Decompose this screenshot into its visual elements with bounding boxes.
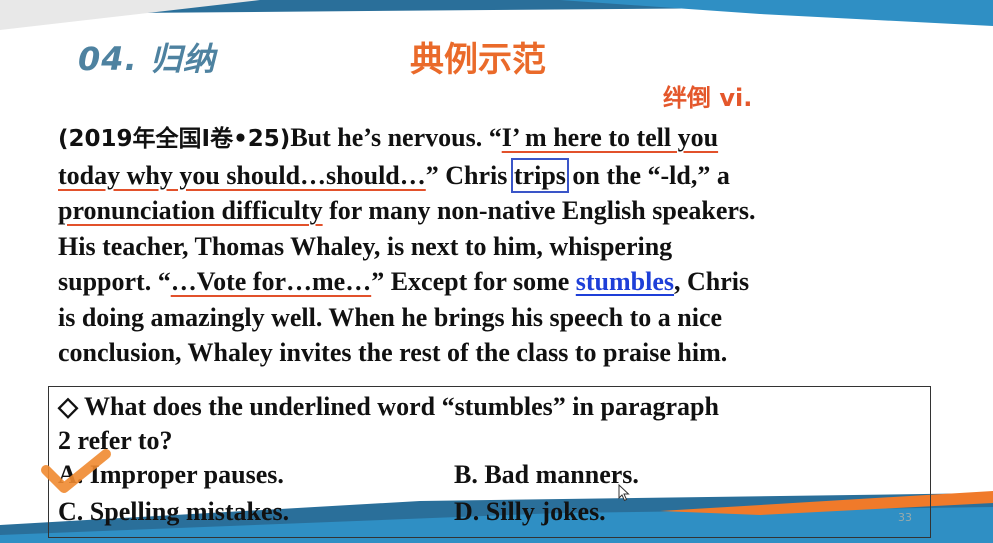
- slide-heading: 典例示范: [410, 40, 546, 80]
- underlined-phrase: I’ m here to tell you: [501, 123, 719, 152]
- slide: 04. 归纳 典例示范 绊倒 vi. (2019年全国Ⅰ卷•25)But he’…: [0, 0, 993, 543]
- passage-line-5: support. “…Vote for…me…” Except for some…: [58, 267, 750, 296]
- checkmark-icon: [41, 449, 111, 493]
- passage-line-6: is doing amazingly well. When he brings …: [58, 302, 723, 332]
- passage-line-2: today why you should…should…” Chris trip…: [58, 157, 730, 193]
- page-number: 33: [898, 511, 912, 524]
- question-line-1: ◇ What does the underlined word “stumble…: [58, 392, 719, 421]
- passage-line-7: conclusion, Whaley invites the rest of t…: [58, 338, 728, 367]
- boxed-word-trips: trips: [510, 157, 569, 193]
- passage-line-1: (2019年全国Ⅰ卷•25)But he’s nervous. “I’ m he…: [58, 123, 719, 152]
- option-c: C. Spelling mistakes.: [58, 497, 290, 526]
- word-annotation: 绊倒 vi.: [663, 84, 753, 112]
- underlined-phrase: pronunciation difficulty: [58, 196, 323, 225]
- question-text: ◇ What does the underlined word “stumble…: [58, 390, 918, 458]
- source-label: (2019年全国Ⅰ卷•25): [58, 126, 291, 152]
- passage-line-3: pronunciation difficulty for many non-na…: [58, 196, 756, 225]
- underlined-phrase: …Vote for…me…: [170, 267, 372, 296]
- option-b: B. Bad manners.: [454, 460, 639, 489]
- underlined-phrase: today why you should…should…: [58, 160, 426, 190]
- highlighted-word-stumbles: stumbles: [575, 267, 675, 296]
- option-d: D. Silly jokes.: [454, 497, 606, 526]
- reading-passage: (2019年全国Ⅰ卷•25)But he’s nervous. “I’ m he…: [58, 120, 958, 371]
- section-title: 04. 归纳: [78, 40, 216, 78]
- passage-line-4: His teacher, Thomas Whaley, is next to h…: [58, 231, 673, 261]
- question-line-2: 2 refer to?: [58, 426, 173, 455]
- mouse-cursor-icon: [618, 484, 630, 502]
